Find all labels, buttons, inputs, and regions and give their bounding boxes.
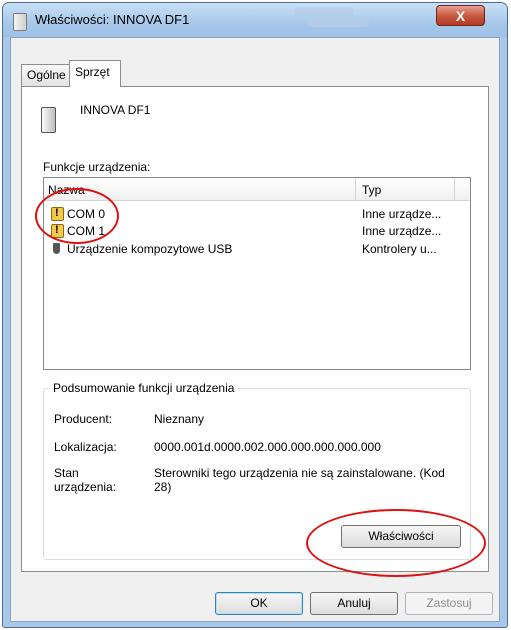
device-summary-group: Podsumowanie funkcji urządzenia Producen… [43, 381, 471, 560]
warning-device-icon [51, 224, 64, 238]
close-button[interactable]: X [436, 5, 485, 26]
list-item[interactable]: COM 0 Inne urządze... [44, 206, 470, 222]
list-item-name: Urządzenie kompozytowe USB [67, 242, 233, 256]
device-icon [13, 13, 27, 31]
list-item-type: Inne urządze... [362, 224, 442, 238]
title-bar[interactable]: Właściwości: INNOVA DF1 X [3, 3, 507, 37]
blurred-region [307, 18, 369, 27]
location-label: Lokalizacja: [54, 440, 117, 454]
list-item-name: COM 1 [67, 224, 106, 238]
usb-icon [53, 243, 60, 254]
column-separator[interactable] [355, 178, 356, 200]
manufacturer-value: Nieznany [154, 412, 205, 426]
column-header-name[interactable]: Nazwa [48, 183, 85, 197]
device-status-label: Stan urządzenia: [54, 466, 117, 494]
manufacturer-label: Producent: [54, 412, 113, 426]
hardware-panel: INNOVA DF1 Funkcje urządzenia: Nazwa Typ… [21, 86, 489, 572]
list-item-name: COM 0 [67, 207, 106, 221]
list-header: Nazwa Typ [44, 178, 470, 201]
blurred-region [295, 7, 353, 16]
ok-button[interactable]: OK [215, 592, 303, 615]
properties-window: Właściwości: INNOVA DF1 X Ogólne Sprzęt … [2, 2, 508, 628]
tower-device-icon [41, 107, 56, 133]
location-value: 0000.001d.0000.002.000.000.000.000.000 [154, 440, 381, 454]
tab-general[interactable]: Ogólne [21, 64, 70, 86]
cancel-button[interactable]: Anuluj [310, 592, 398, 615]
device-functions-list[interactable]: Nazwa Typ COM 0 Inne urządze... COM 1 In… [43, 177, 471, 370]
properties-button[interactable]: Właściwości [341, 525, 461, 548]
tab-hardware[interactable]: Sprzęt [69, 60, 121, 87]
list-item-type: Inne urządze... [362, 207, 442, 221]
summary-legend: Podsumowanie funkcji urządzenia [50, 381, 238, 395]
device-status-value: Sterowniki tego urządzenia nie są zainst… [154, 466, 445, 494]
device-functions-label: Funkcje urządzenia: [43, 160, 151, 174]
apply-button[interactable]: Zastosuj [405, 592, 493, 615]
column-separator[interactable] [454, 178, 455, 200]
warning-device-icon [51, 207, 64, 221]
list-item-type: Kontrolery u... [362, 242, 437, 256]
device-name: INNOVA DF1 [80, 103, 151, 117]
close-icon: X [455, 8, 466, 24]
list-item[interactable]: COM 1 Inne urządze... [44, 223, 470, 239]
list-item[interactable]: Urządzenie kompozytowe USB Kontrolery u.… [44, 241, 470, 257]
column-header-type[interactable]: Typ [362, 183, 381, 197]
window-title: Właściwości: INNOVA DF1 [35, 12, 190, 27]
dialog-body: Ogólne Sprzęt INNOVA DF1 Funkcje urządze… [10, 37, 500, 622]
